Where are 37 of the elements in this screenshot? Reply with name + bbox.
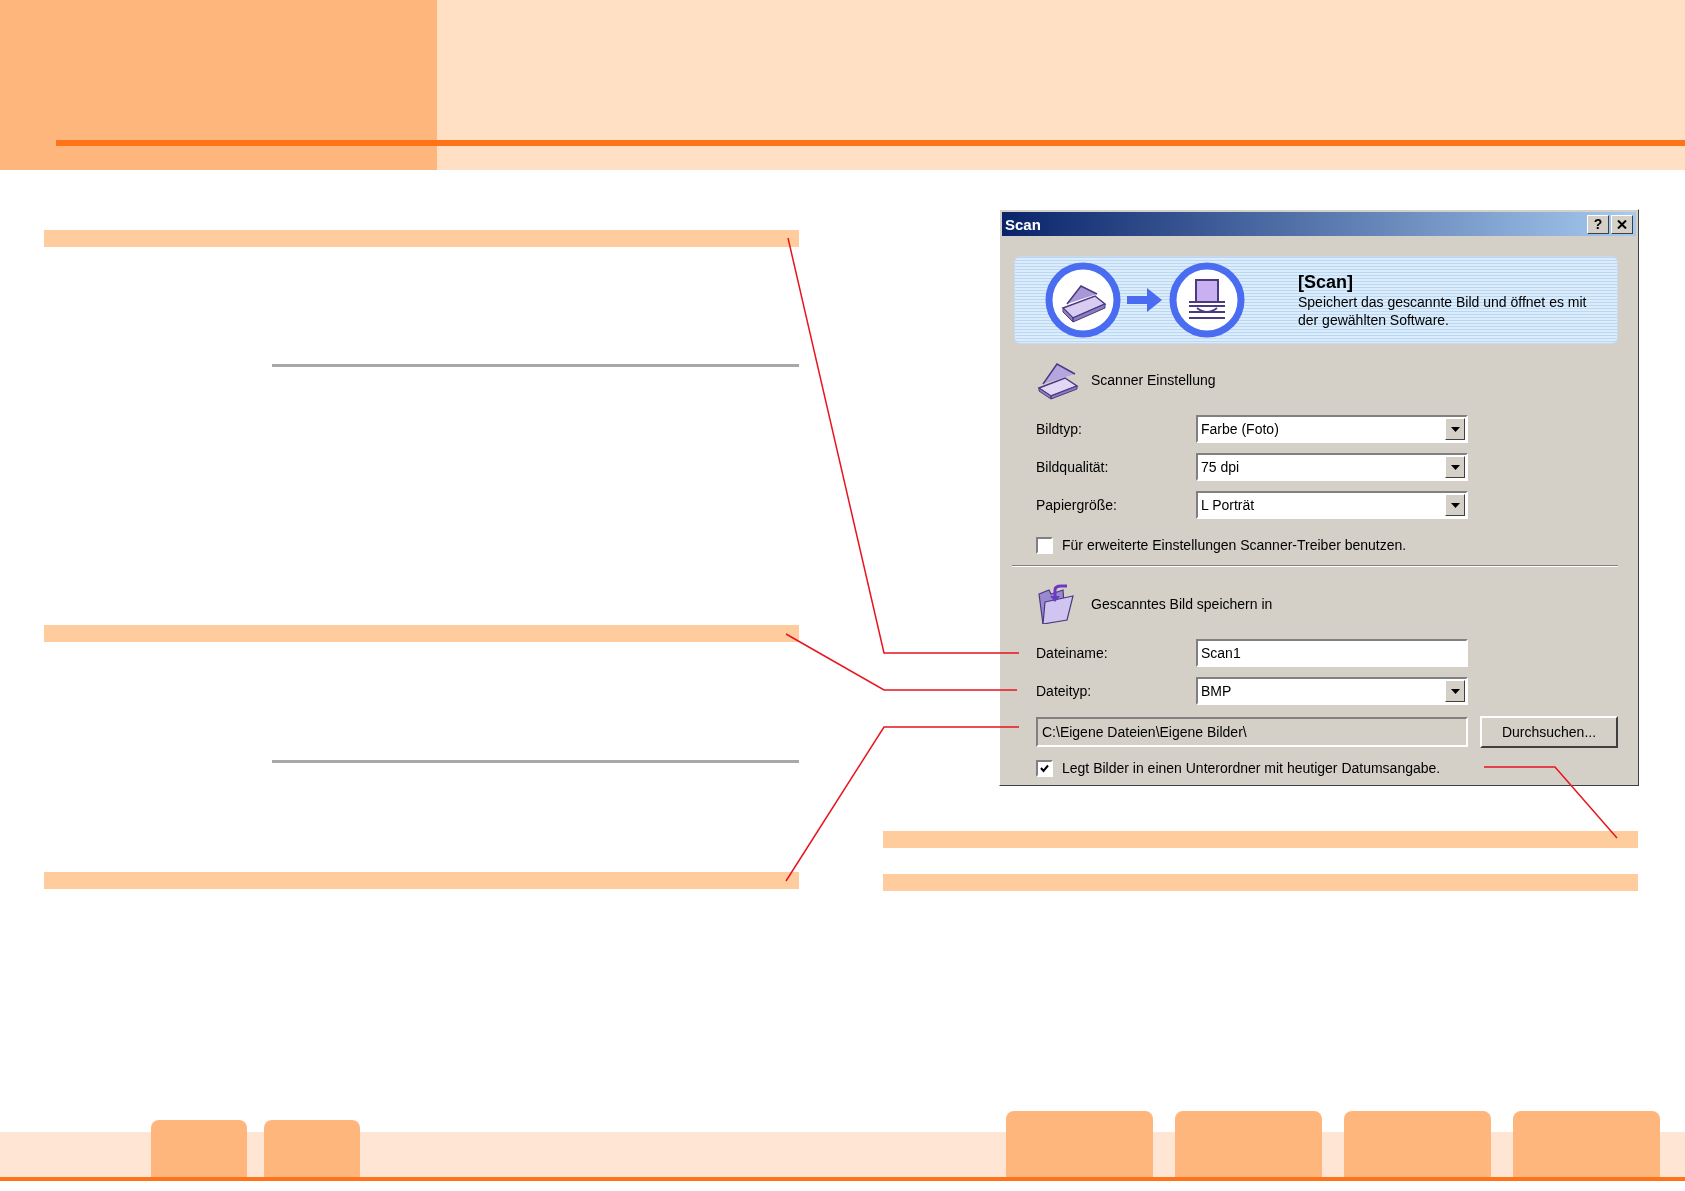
arrow-icon bbox=[1127, 287, 1163, 313]
dropdown[interactable]: Farbe (Foto) bbox=[1196, 415, 1468, 443]
dropdown-button[interactable] bbox=[1445, 494, 1465, 516]
banner-description: Speichert das gescannte Bild und öffnet es mit der gewählten Software. bbox=[1298, 292, 1588, 329]
section-heading: Scanner Einstellung bbox=[1091, 372, 1216, 388]
close-icon bbox=[1617, 219, 1627, 229]
field-label: Bildtyp: bbox=[1036, 421, 1083, 437]
scanner-icon bbox=[1035, 360, 1081, 400]
checkmark-icon bbox=[1040, 763, 1049, 773]
checkbox[interactable] bbox=[1036, 759, 1053, 777]
banner-heading: [Scan] bbox=[1298, 271, 1354, 293]
dropdown-button[interactable] bbox=[1445, 456, 1465, 478]
window-title: Scan bbox=[1005, 215, 1042, 233]
help-button[interactable]: ? bbox=[1587, 214, 1609, 234]
checkbox-label[interactable]: Für erweiterte Einstellungen Scanner-Treiber benutzen. bbox=[1062, 537, 1407, 553]
caret-icon bbox=[1450, 426, 1460, 432]
field-label: Bildqualität: bbox=[1036, 459, 1110, 475]
caret-icon bbox=[1450, 688, 1460, 694]
dropdown-button[interactable] bbox=[1445, 680, 1465, 702]
field-label: Dateityp: bbox=[1036, 683, 1093, 699]
section-heading: Gescanntes Bild speichern in bbox=[1091, 596, 1273, 612]
checkbox-label[interactable]: Legt Bilder in einen Unterordner mit heutiger Datumsangabe. bbox=[1062, 760, 1441, 776]
close-button[interactable] bbox=[1611, 214, 1633, 234]
scanner-icon bbox=[1045, 262, 1121, 338]
caret-icon bbox=[1450, 464, 1460, 470]
checkbox[interactable] bbox=[1036, 536, 1053, 554]
browse-button[interactable]: Durchsuchen... bbox=[1480, 716, 1618, 748]
dropdown[interactable]: L Porträt bbox=[1196, 491, 1468, 519]
dropdown[interactable]: BMP bbox=[1196, 677, 1468, 705]
field-label: Papiergröße: bbox=[1036, 497, 1118, 513]
field-label: Dateiname: bbox=[1036, 645, 1109, 661]
computer-icon bbox=[1169, 262, 1245, 338]
dropdown[interactable]: 75 dpi bbox=[1196, 453, 1468, 481]
path-field[interactable]: C:\Eigene Dateien\Eigene Bilder\ bbox=[1036, 717, 1468, 747]
input-field[interactable]: Scan1 bbox=[1196, 639, 1468, 667]
caret-icon bbox=[1450, 502, 1460, 508]
dropdown-button[interactable] bbox=[1445, 418, 1465, 440]
